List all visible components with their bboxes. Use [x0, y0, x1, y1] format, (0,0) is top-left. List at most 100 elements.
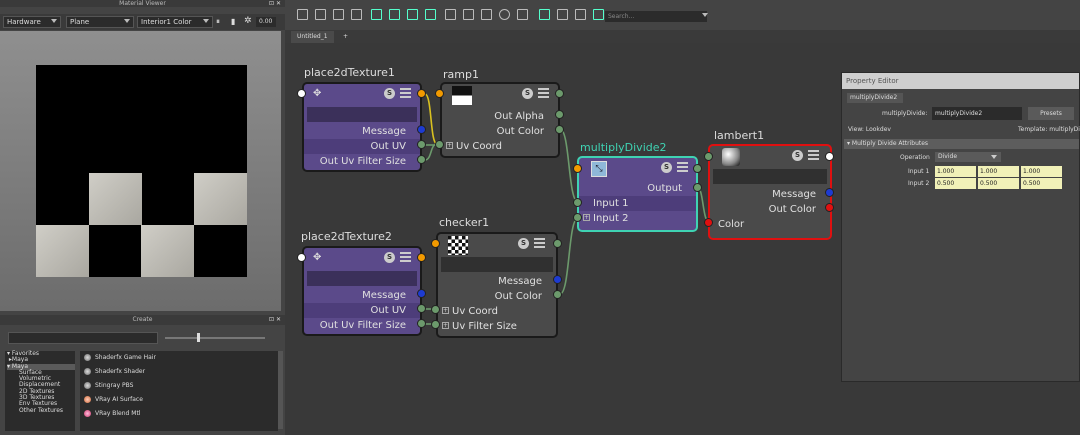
list-item[interactable]: Shaderfx Shader: [80, 365, 278, 379]
scrollbar[interactable]: [278, 351, 283, 429]
node-title[interactable]: ramp1: [443, 68, 479, 81]
node-title[interactable]: place2dTexture1: [304, 66, 395, 79]
attr-message[interactable]: Message: [304, 124, 420, 139]
out-uv-port[interactable]: [417, 304, 426, 313]
layout-icon[interactable]: [407, 9, 418, 20]
exposure-field[interactable]: 0.00: [256, 17, 276, 27]
swatch-toggle-icon[interactable]: S: [384, 252, 395, 263]
attr-uv-coord[interactable]: Uv Coord: [442, 139, 558, 154]
attr-input2[interactable]: Input 2: [579, 211, 696, 226]
input-port[interactable]: [431, 239, 440, 248]
output-port[interactable]: [553, 239, 562, 248]
list-icon[interactable]: [445, 9, 456, 20]
attr-out-uv-filter[interactable]: Out Uv Filter Size: [304, 154, 420, 169]
output-port[interactable]: [825, 152, 834, 161]
list-toggle-icon[interactable]: [400, 88, 411, 98]
place2dTexture2-node[interactable]: ✥ S Message Out UV Out Uv Filter Size: [302, 246, 422, 336]
input2-y-field[interactable]: 0.500: [978, 178, 1019, 189]
list-item[interactable]: VRay AI Surface: [80, 393, 278, 407]
out-alpha-port[interactable]: [555, 110, 564, 119]
icon-size-slider[interactable]: [165, 337, 265, 339]
pause-icon[interactable]: ⏸: [216, 17, 220, 27]
refresh-icon[interactable]: [593, 9, 604, 20]
category-other-textures[interactable]: Other Textures: [7, 407, 75, 414]
list-toggle-icon[interactable]: [677, 162, 688, 172]
uv-coord-port[interactable]: [431, 305, 440, 314]
out-color-port[interactable]: [555, 125, 564, 134]
attr-output[interactable]: Output: [579, 181, 696, 196]
attr-out-color[interactable]: Out Color: [438, 289, 556, 304]
uv-coord-port[interactable]: [435, 140, 444, 149]
out-uv-port[interactable]: [417, 140, 426, 149]
layout-icon[interactable]: [425, 9, 436, 20]
out-uv-filter-port[interactable]: [417, 155, 426, 164]
swatch-toggle-icon[interactable]: S: [792, 150, 803, 161]
pin-icon[interactable]: [575, 9, 586, 20]
search-input[interactable]: Search...: [605, 11, 707, 22]
renderer-dropdown[interactable]: Hardware: [3, 16, 61, 28]
node-title[interactable]: multiplyDivide2: [580, 141, 667, 154]
material-preview-viewport[interactable]: [0, 31, 281, 311]
slider-handle[interactable]: [197, 333, 200, 342]
stop-icon[interactable]: ▮: [231, 17, 235, 26]
place2dTexture1-node[interactable]: ✥ S Message Out UV Out Uv Filter Size: [302, 82, 422, 172]
graph-icon[interactable]: [297, 9, 308, 20]
create-pane-buttons[interactable]: ⊡ ✕: [269, 316, 281, 323]
create-search-input[interactable]: [8, 332, 158, 344]
node-title[interactable]: checker1: [439, 216, 489, 229]
output-port[interactable]: [555, 89, 564, 98]
section-header[interactable]: ▾ Multiply Divide Attributes: [844, 139, 1079, 149]
input-port[interactable]: [435, 89, 444, 98]
multiplyDivide2-node[interactable]: ⤡ S Output + Input 1 + Input 2: [577, 156, 698, 232]
swatch-toggle-icon[interactable]: S: [661, 162, 672, 173]
node-name-field[interactable]: multiplyDivide2: [932, 107, 1022, 120]
geometry-dropdown[interactable]: Plane: [66, 16, 134, 28]
chevron-down-icon[interactable]: [702, 13, 708, 17]
checker1-node[interactable]: S Message Out Color + Uv Coord + Uv Filt…: [436, 232, 558, 338]
attr-input1[interactable]: Input 1: [579, 196, 696, 211]
list-icon[interactable]: [481, 9, 492, 20]
input-port[interactable]: [297, 253, 306, 262]
message-port[interactable]: [825, 188, 834, 197]
output-attr-port[interactable]: [693, 183, 702, 192]
out-color-port[interactable]: [553, 290, 562, 299]
message-port[interactable]: [417, 289, 426, 298]
presets-button[interactable]: Presets: [1028, 107, 1074, 120]
attr-uv-filter-size[interactable]: Uv Filter Size: [438, 319, 556, 334]
add-tab-button[interactable]: +: [337, 31, 354, 43]
attr-message[interactable]: Message: [438, 274, 556, 289]
attr-out-color[interactable]: Out Color: [710, 202, 830, 217]
snap-icon[interactable]: [539, 9, 550, 20]
attr-message[interactable]: Message: [304, 288, 420, 303]
list-item[interactable]: Shaderfx Game Hair: [80, 351, 278, 365]
attr-out-color[interactable]: Out Color: [442, 124, 558, 139]
list-toggle-icon[interactable]: [534, 238, 545, 248]
layout-icon[interactable]: [371, 9, 382, 20]
tab-untitled[interactable]: Untitled_1: [291, 31, 334, 43]
message-port[interactable]: [417, 125, 426, 134]
output-port[interactable]: [693, 164, 702, 173]
color-port[interactable]: [704, 218, 713, 227]
camera-icon[interactable]: [557, 9, 568, 20]
out-color-port[interactable]: [825, 203, 834, 212]
layout-icon[interactable]: [389, 9, 400, 20]
swatch-toggle-icon[interactable]: S: [518, 238, 529, 249]
output-port[interactable]: [417, 89, 426, 98]
input2-port[interactable]: [573, 213, 582, 222]
ramp1-node[interactable]: S Out Alpha Out Color + Uv Coord: [440, 82, 560, 158]
attr-out-uv[interactable]: Out UV: [304, 139, 420, 154]
list-toggle-icon[interactable]: [808, 150, 819, 160]
lambert1-node[interactable]: S Message Out Color Color: [708, 144, 832, 240]
swatch-toggle-icon[interactable]: S: [522, 88, 533, 99]
out-uv-filter-port[interactable]: [417, 319, 426, 328]
attr-out-alpha[interactable]: Out Alpha: [442, 109, 558, 124]
input2-z-field[interactable]: 0.500: [1021, 178, 1062, 189]
list-item[interactable]: Stingray PBS: [80, 379, 278, 393]
grid-icon[interactable]: [517, 9, 528, 20]
uv-filter-port[interactable]: [431, 320, 440, 329]
environment-dropdown[interactable]: Interior1 Color: [137, 16, 213, 28]
node-title[interactable]: place2dTexture2: [301, 230, 392, 243]
attr-message[interactable]: Message: [710, 187, 830, 202]
input1-port[interactable]: [573, 198, 582, 207]
pane-buttons[interactable]: ⊡ ✕: [269, 0, 281, 7]
